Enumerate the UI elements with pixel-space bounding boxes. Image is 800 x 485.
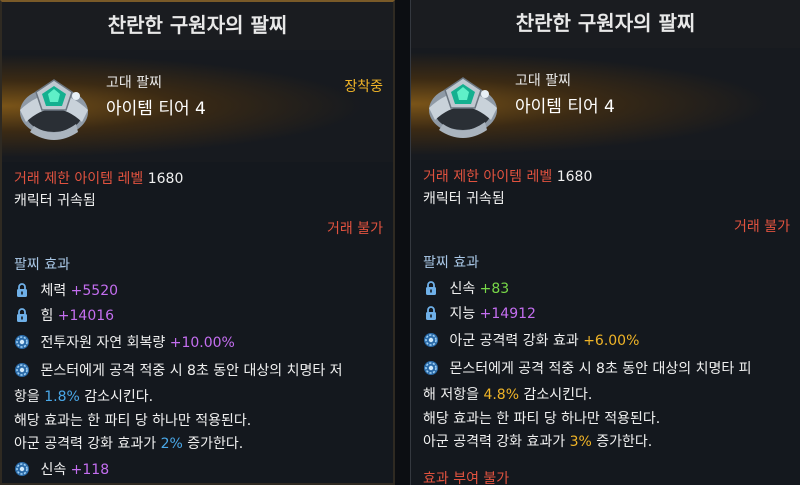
bracelet-icon	[421, 64, 505, 148]
stat-row-3: 신속 +118	[14, 459, 109, 479]
gear-icon	[423, 360, 439, 376]
stat-name: 신속	[449, 281, 476, 297]
lock-icon	[14, 307, 30, 323]
effect-note: 해당 효과는 한 파티 당 하나만 적용된다.	[423, 411, 661, 427]
effect-value: 3%	[569, 434, 592, 450]
effect-value: 1.8%	[44, 389, 80, 405]
gear-icon	[14, 362, 30, 378]
trade-status: 거래 불가	[734, 219, 790, 235]
effect-note: 해당 효과는 한 파티 당 하나만 적용된다.	[14, 413, 252, 429]
effect-text: 몬스터에게 공격 적중 시 8초 동안 대상의 치명타 피	[449, 361, 752, 377]
item-title: 찬란한 구원자의 팔찌	[2, 2, 393, 50]
effect-heading: 팔찌 효과	[423, 255, 479, 271]
effect-row-1: 전투자원 자연 회복량 +10.00%	[14, 332, 235, 352]
stat-value: +83	[479, 281, 510, 297]
effect-row-1: 아군 공격력 강화 효과 +6.00%	[423, 330, 639, 350]
stat-row-2: 지능 +14912	[423, 303, 536, 323]
trade-level-row: 거래 제한 아이템 레벨 1680	[423, 166, 592, 186]
trade-level-value: 1680	[147, 171, 184, 187]
stat-row-2: 힘 +14016	[14, 305, 114, 325]
effect-bonus: 아군 공격력 강화 효과가 3% 증가한다.	[423, 431, 652, 451]
bound-status: 캐릭터 귀속됨	[14, 193, 96, 209]
effect-row-2-cont: 항을 1.8% 감소시킨다.	[14, 386, 153, 406]
stat-name: 신속	[40, 462, 67, 478]
equipped-badge: 장착중	[344, 79, 383, 95]
stat-value: +14016	[57, 308, 115, 324]
trade-level-value: 1680	[556, 169, 593, 185]
item-tooltip-compare: 찬란한 구원자의 팔찌 고대 팔찌 아이템 티어 4 거래 제한 아이템 레벨 …	[410, 0, 800, 485]
stat-name: 힘	[40, 308, 54, 324]
trade-level-row: 거래 제한 아이템 레벨 1680	[14, 168, 183, 188]
bound-status: 캐릭터 귀속됨	[423, 191, 505, 207]
effect-text: 증가한다.	[187, 436, 244, 452]
effect-row-2: 몬스터에게 공격 적중 시 8초 동안 대상의 치명타 피	[423, 358, 752, 378]
effect-text: 항을	[14, 389, 40, 405]
stat-name: 체력	[40, 283, 67, 299]
gear-icon	[423, 332, 439, 348]
gear-icon	[14, 461, 30, 477]
stat-value: +14912	[479, 306, 536, 322]
gear-icon	[14, 334, 30, 350]
effect-text: 아군 공격력 강화 효과가	[423, 434, 566, 450]
effect-row-2-cont: 해 저항을 4.8% 감소시킨다.	[423, 384, 592, 404]
effect-text: 감소시킨다.	[84, 389, 154, 405]
effect-value: +6.00%	[583, 333, 640, 349]
lock-icon	[423, 305, 439, 321]
item-grade: 고대 팔찌	[515, 73, 571, 89]
effect-text: 아군 공격력 강화 효과	[449, 333, 579, 349]
effect-text: 감소시킨다.	[523, 387, 593, 403]
item-tier: 아이템 티어 4	[515, 97, 615, 117]
effect-value: +10.00%	[169, 335, 235, 351]
trade-level-label: 거래 제한 아이템 레벨	[14, 171, 144, 187]
stat-name: 지능	[449, 306, 476, 322]
effect-text: 아군 공격력 강화 효과가	[14, 436, 157, 452]
item-tier: 아이템 티어 4	[106, 99, 206, 119]
item-title: 찬란한 구원자의 팔찌	[411, 0, 800, 48]
item-grade: 고대 팔찌	[106, 75, 162, 91]
no-effect-notice: 효과 부여 불가	[423, 471, 510, 485]
lock-icon	[14, 282, 30, 298]
effect-text: 전투자원 자연 회복량	[40, 335, 166, 351]
effect-text: 해 저항을	[423, 387, 479, 403]
item-tooltip-equipped: 찬란한 구원자의 팔찌 고대 팔찌 아이템 티어 4 장착중 거래 제한 아이템…	[0, 0, 395, 485]
effect-value: 2%	[160, 436, 183, 452]
effect-row-2: 몬스터에게 공격 적중 시 8초 동안 대상의 치명타 저	[14, 360, 343, 380]
stat-value: +118	[70, 462, 110, 478]
effect-text: 증가한다.	[596, 434, 653, 450]
trade-level-label: 거래 제한 아이템 레벨	[423, 169, 553, 185]
effect-text: 몬스터에게 공격 적중 시 8초 동안 대상의 치명타 저	[40, 363, 343, 379]
lock-icon	[423, 280, 439, 296]
effect-bonus: 아군 공격력 강화 효과가 2% 증가한다.	[14, 433, 243, 453]
stat-row-1: 신속 +83	[423, 278, 509, 298]
stat-row-1: 체력 +5520	[14, 280, 118, 300]
effect-heading: 팔찌 효과	[14, 257, 70, 273]
stat-value: +5520	[70, 283, 119, 299]
tooltip-gap	[395, 0, 410, 485]
bracelet-icon	[12, 66, 96, 150]
effect-value: 4.8%	[483, 387, 520, 403]
trade-status: 거래 불가	[327, 221, 383, 237]
